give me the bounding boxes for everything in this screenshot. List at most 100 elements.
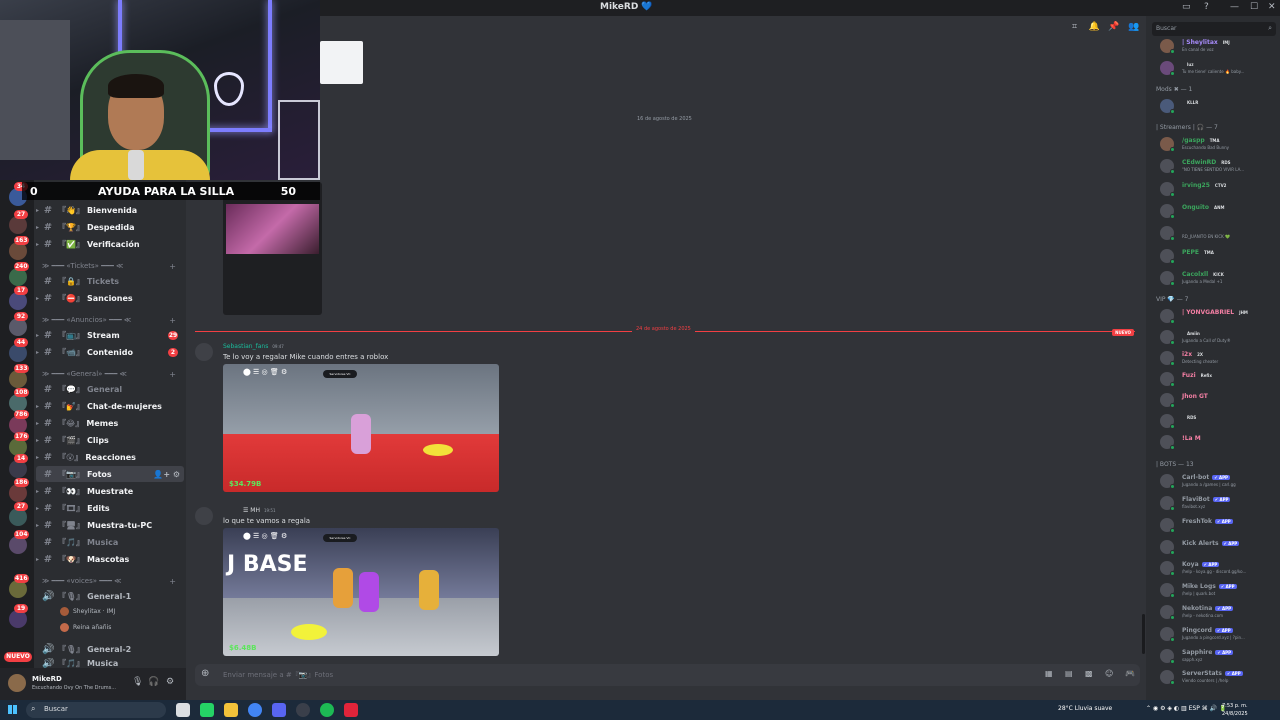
minimize-button[interactable]: — bbox=[1230, 2, 1239, 12]
gear-icon[interactable]: ⚙ bbox=[166, 677, 174, 687]
member-item[interactable]: FlaviBot ✔ APP flavibot.xyz bbox=[1160, 493, 1274, 513]
member-item[interactable]: Mike Logs ✔ APP/help | quark.bot bbox=[1160, 580, 1274, 600]
member-item[interactable]: KLLR bbox=[1160, 96, 1274, 116]
opera-icon[interactable] bbox=[344, 703, 358, 717]
member-name[interactable]: ServerStats ✔ APP bbox=[1182, 670, 1243, 677]
member-item[interactable]: Carl-bot ✔ APP Jugando a /games | carl.gg bbox=[1160, 471, 1274, 491]
member-name[interactable]: Fuzi Refix bbox=[1182, 372, 1214, 379]
whatsapp-icon[interactable] bbox=[200, 703, 214, 717]
member-name[interactable]: Onguito ANM bbox=[1182, 204, 1226, 211]
channel-mascotas[interactable]: ▸ # 『🐶』 Mascotas bbox=[36, 551, 184, 567]
controller-icon[interactable]: 🎮 bbox=[1125, 669, 1135, 678]
channel-verificacion[interactable]: ▸ # 『✅』 Verificación bbox=[36, 236, 184, 252]
member-name[interactable]: Cacolxll KICK bbox=[1182, 271, 1226, 278]
discord-icon[interactable] bbox=[272, 703, 286, 717]
member-item[interactable]: PEPE TMA bbox=[1160, 246, 1274, 266]
member-name[interactable]: CEdwinRD RDS bbox=[1182, 159, 1233, 166]
microphone-icon[interactable]: 🎙 bbox=[132, 677, 143, 687]
member-item[interactable]: Cacolxll KICK Jugando a Medal +1 bbox=[1160, 268, 1274, 288]
member-item[interactable]: luz Tu me tiene' caliente 🔥 baby... bbox=[1160, 58, 1274, 78]
member-name[interactable]: /gaspp TMA bbox=[1182, 137, 1222, 144]
message-author[interactable]: Sebastian_fans bbox=[223, 343, 268, 350]
member-item[interactable]: ServerStats ✔ APP Viendo counters | /help bbox=[1160, 667, 1274, 687]
member-name[interactable]: KLLR bbox=[1182, 99, 1200, 106]
avatar[interactable] bbox=[8, 674, 26, 692]
member-item[interactable]: RD_JUANITO EN KICK 💚 bbox=[1160, 223, 1274, 243]
member-name[interactable]: Amiin bbox=[1182, 330, 1202, 337]
channel-musica[interactable]: # 『🎵』 Musica bbox=[36, 534, 184, 550]
member-item[interactable]: Kick Alerts ✔ APP bbox=[1160, 537, 1274, 557]
search-input[interactable]: Buscar ⌕ bbox=[1152, 22, 1276, 36]
member-name[interactable]: | YONVGABRIEL JHM bbox=[1182, 309, 1250, 316]
copilot-icon[interactable] bbox=[176, 703, 190, 717]
member-item[interactable]: Fuzi Refix bbox=[1160, 369, 1274, 389]
help-icon[interactable]: ? bbox=[1204, 2, 1209, 12]
member-item[interactable]: RDS bbox=[1160, 411, 1274, 431]
member-item[interactable]: | YONVGABRIEL JHM bbox=[1160, 306, 1274, 326]
member-item[interactable]: CEdwinRD RDS "NO TIENE SENTIDO VIVIR LA... bbox=[1160, 156, 1274, 176]
inbox-icon[interactable]: ▭ bbox=[1182, 2, 1191, 12]
emoji-icon[interactable]: ☺ bbox=[1105, 669, 1113, 678]
member-name[interactable]: Nekotina ✔ APP bbox=[1182, 605, 1233, 612]
close-button[interactable]: ✕ bbox=[1268, 2, 1276, 12]
bell-icon[interactable]: 🔔 bbox=[1089, 22, 1100, 32]
taskbar-search[interactable]: ⌕ Buscar bbox=[26, 702, 166, 718]
channel-chat-de-mujeres[interactable]: ▸ # 『💅』 Chat-de-mujeres bbox=[36, 398, 184, 414]
channel-settings-icon[interactable]: 👤+ ⚙ bbox=[153, 470, 180, 479]
avatar[interactable] bbox=[195, 507, 213, 525]
gift-icon[interactable]: ▦ bbox=[1045, 669, 1053, 678]
chrome-icon[interactable] bbox=[248, 703, 262, 717]
sticker-icon[interactable]: ▩ bbox=[1085, 669, 1093, 678]
member-name[interactable]: Pingcord ✔ APP bbox=[1182, 627, 1233, 634]
members-icon[interactable]: 👥 bbox=[1128, 22, 1139, 32]
channel-fotos[interactable]: # 『📷』 Fotos 👤+ ⚙ bbox=[36, 466, 184, 482]
attachment-photo[interactable] bbox=[226, 204, 319, 254]
member-name[interactable]: Jhon GT bbox=[1182, 393, 1208, 400]
member-name[interactable]: RDS bbox=[1182, 414, 1198, 421]
spotify-icon[interactable] bbox=[320, 703, 334, 717]
weather-widget[interactable]: 28°C Lluvia suave bbox=[1058, 705, 1112, 712]
message-author[interactable]: ☰ MH bbox=[243, 507, 260, 514]
voice-user[interactable]: Sheylitax · IMJ bbox=[60, 607, 115, 618]
new-servers-pill[interactable]: NUEVO bbox=[4, 652, 32, 662]
voice-user[interactable]: Reina añañis bbox=[60, 623, 111, 634]
member-item[interactable]: Onguito ANM bbox=[1160, 201, 1274, 221]
member-name[interactable]: luz bbox=[1182, 61, 1196, 68]
gif-icon[interactable]: ▤ bbox=[1065, 669, 1073, 678]
message-composer[interactable]: ⊕ Enviar mensaje a #『📷』Fotos ▦ ▤ ▩ ☺ 🎮 bbox=[195, 664, 1140, 686]
member-item[interactable]: Pingcord ✔ APP Jugando a pingcord.xyz | ?p… bbox=[1160, 624, 1274, 644]
game-screenshot[interactable]: ⬤ ☰ ◎ 🗑 ⚙ Servidores VC $34.79B bbox=[223, 364, 499, 492]
member-item[interactable]: Nekotina ✔ APP/help - nekotina.com bbox=[1160, 602, 1274, 622]
member-name[interactable]: Kick Alerts ✔ APP bbox=[1182, 540, 1240, 547]
channel-muestrate[interactable]: ▸ # 『👀』 Muestrate bbox=[36, 483, 184, 499]
member-item[interactable]: Jhon GT bbox=[1160, 390, 1274, 410]
member-item[interactable]: Koya ✔ APP/help - koya.gg - discord.gg/ko… bbox=[1160, 558, 1274, 578]
member-item[interactable]: FreshTok ✔ APP bbox=[1160, 515, 1274, 535]
taskbar-clock[interactable]: 7:53 p. m. 24/8/2025 bbox=[1222, 702, 1248, 718]
obs-icon[interactable] bbox=[296, 703, 310, 717]
channel-clips[interactable]: ▸ # 『🎬』 Clips bbox=[36, 432, 184, 448]
member-name[interactable]: PEPE TMA bbox=[1182, 249, 1216, 256]
member-name[interactable]: !La M bbox=[1182, 435, 1201, 442]
composer-placeholder[interactable]: Enviar mensaje a #『📷』Fotos bbox=[223, 670, 333, 680]
channel-despedida[interactable]: ▸ # 『🏆』 Despedida bbox=[36, 219, 184, 235]
member-name[interactable]: Carl-bot ✔ APP bbox=[1182, 474, 1230, 481]
member-item[interactable]: !La M bbox=[1160, 432, 1274, 452]
channel-general[interactable]: # 『💬』 General bbox=[36, 381, 184, 397]
system-tray[interactable]: ⌃ ◉ ⚙ ◈ ◐ ▥ ESP ⌘ 🔊 🔋 bbox=[1146, 705, 1227, 712]
member-item[interactable]: i2x 2X Detecting cheater bbox=[1160, 348, 1274, 368]
member-item[interactable]: /gaspp TMA Escuchando Bad Bunny bbox=[1160, 134, 1274, 154]
channel-contenido[interactable]: ▸ # 『📹』 Contenido 2 bbox=[36, 344, 184, 360]
channel-muestra-tu-pc[interactable]: ▸ # 『🖥』 Muestra-tu-PC bbox=[36, 517, 184, 533]
member-name[interactable]: Sapphire ✔ APP bbox=[1182, 649, 1234, 656]
windows-start-icon[interactable] bbox=[8, 705, 17, 714]
member-item[interactable]: | Sheylitax IMJ En canal de voz bbox=[1160, 36, 1274, 56]
channel-tickets[interactable]: # 『🔒』 Tickets bbox=[36, 273, 184, 289]
voice-channel-general-1[interactable]: 🔊 『🎙』 General-1 bbox=[36, 588, 184, 604]
member-name[interactable]: FreshTok ✔ APP bbox=[1182, 518, 1233, 525]
channel-edits[interactable]: ▸ # 『🎞』 Edits bbox=[36, 500, 184, 516]
scrollbar[interactable] bbox=[1142, 614, 1145, 654]
channel-bienvenida[interactable]: ▸ # 『👋』 Bienvenida bbox=[36, 202, 184, 218]
game-screenshot[interactable]: J BASE ⬤ ☰ ◎ 🗑 ⚙ Servidores VC $6.48B bbox=[223, 528, 499, 656]
member-name[interactable]: | Sheylitax IMJ bbox=[1182, 39, 1232, 46]
